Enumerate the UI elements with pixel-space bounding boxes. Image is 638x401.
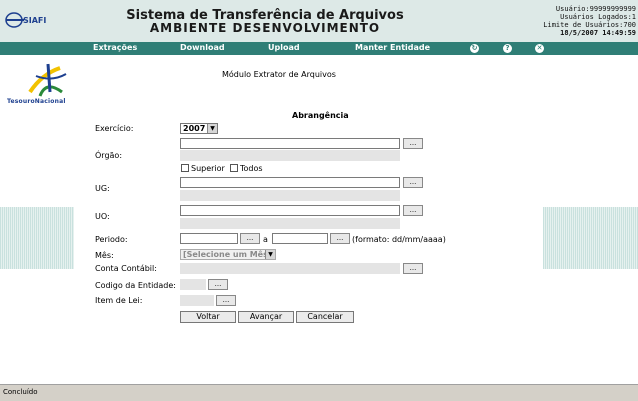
chevron-down-icon: ▼ <box>265 250 275 259</box>
periodo-start-calendar-button[interactable]: ... <box>240 233 260 244</box>
user-id: Usuário:99999999999 <box>555 5 636 13</box>
entidade-search-button[interactable]: ... <box>208 279 228 290</box>
periodo-start-input[interactable] <box>180 233 238 244</box>
decorative-stripe-right <box>543 207 638 269</box>
uo-search-button[interactable]: ... <box>403 205 423 216</box>
refresh-icon[interactable]: ↻ <box>470 44 479 53</box>
todos-label: Todos <box>240 164 263 173</box>
uo-name-field <box>180 218 400 229</box>
item-lei-field <box>180 295 214 306</box>
entidade-code-field <box>180 279 206 290</box>
tesouro-nacional-label: TesouroNacional <box>7 98 66 105</box>
superior-checkbox[interactable] <box>181 164 189 172</box>
uo-label: UO: <box>95 212 110 221</box>
periodo-end-input[interactable] <box>272 233 328 244</box>
user-info: Usuário:99999999999 Usuários Logados:1 L… <box>543 5 636 37</box>
exercicio-value: 2007 <box>183 124 206 133</box>
orgao-name-field <box>180 150 400 161</box>
orgao-search-button[interactable]: ... <box>403 138 423 149</box>
conta-contabil-label: Conta Contábil: <box>95 264 157 273</box>
ug-name-field <box>180 190 400 201</box>
ug-code-input[interactable] <box>180 177 400 188</box>
exercicio-select[interactable]: 2007 ▼ <box>180 123 218 134</box>
close-icon[interactable]: ✕ <box>535 44 544 53</box>
datetime: 18/5/2007 14:49:59 <box>560 29 636 37</box>
menu-manter-entidade[interactable]: Manter Entidade <box>355 43 430 52</box>
entidade-label: Codigo da Entidade: <box>95 281 176 290</box>
orgao-code-input[interactable] <box>180 138 400 149</box>
help-icon[interactable]: ? <box>503 44 512 53</box>
status-bar: Concluído <box>0 384 638 401</box>
decorative-stripe-left <box>0 207 74 269</box>
item-lei-label: Item de Lei: <box>95 296 143 305</box>
mes-select[interactable]: [Selecione um Mês] ▼ <box>180 249 276 260</box>
superior-label: Superior <box>191 164 225 173</box>
ug-search-button[interactable]: ... <box>403 177 423 188</box>
periodo-separator: a <box>263 235 268 244</box>
orgao-label: Órgão: <box>95 151 123 160</box>
status-text: Concluído <box>3 388 38 396</box>
menu-extracoes[interactable]: Extrações <box>93 43 137 52</box>
periodo-end-calendar-button[interactable]: ... <box>330 233 350 244</box>
todos-checkbox[interactable] <box>230 164 238 172</box>
item-lei-search-button[interactable]: ... <box>216 295 236 306</box>
periodo-label: Periodo: <box>95 235 128 244</box>
module-title: Módulo Extrator de Arquivos <box>222 70 336 79</box>
menu-bar: Extrações Download Upload Manter Entidad… <box>0 42 638 55</box>
logged-users: Usuários Logados:1 <box>560 13 636 21</box>
exercicio-label: Exercício: <box>95 124 134 133</box>
ug-label: UG: <box>95 184 110 193</box>
periodo-format-hint: (formato: dd/mm/aaaa) <box>352 235 446 244</box>
cancelar-button[interactable]: Cancelar <box>296 311 354 323</box>
header: SIAFI Sistema de Transferência de Arquiv… <box>0 0 638 42</box>
environment-title: AMBIENTE DESENVOLVIMENTO <box>149 21 381 35</box>
section-title: Abrangência <box>292 111 349 120</box>
uo-code-input[interactable] <box>180 205 400 216</box>
chevron-down-icon: ▼ <box>207 124 217 133</box>
conta-contabil-field <box>180 263 400 274</box>
mes-label: Mês: <box>95 251 114 260</box>
conta-contabil-search-button[interactable]: ... <box>403 263 423 274</box>
voltar-button[interactable]: Voltar <box>180 311 236 323</box>
avancar-button[interactable]: Avançar <box>238 311 294 323</box>
menu-download[interactable]: Download <box>180 43 225 52</box>
user-limit: Limite de Usuários:700 <box>543 21 636 29</box>
mes-value: [Selecione um Mês] <box>183 250 272 259</box>
menu-upload[interactable]: Upload <box>268 43 300 52</box>
